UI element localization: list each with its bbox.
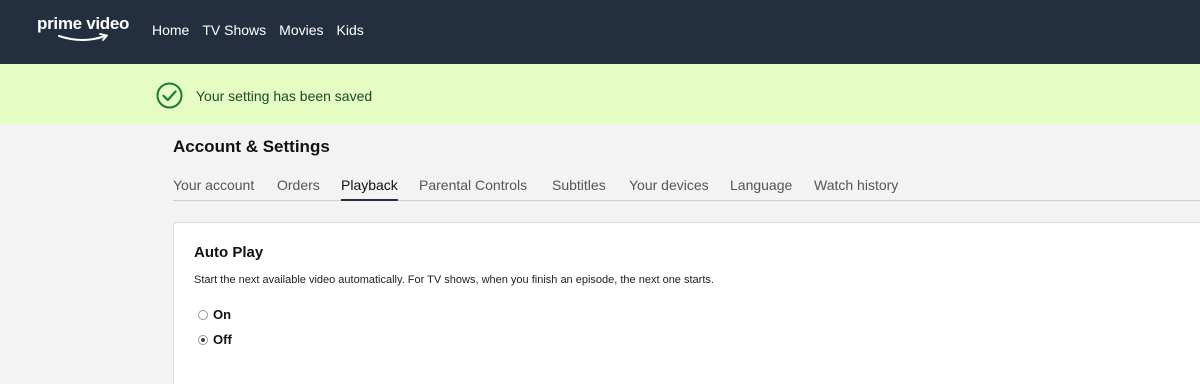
autoplay-option-on[interactable]: On (198, 307, 231, 322)
tab-subtitles[interactable]: Subtitles (552, 177, 606, 201)
success-banner: Your setting has been saved (0, 64, 1200, 124)
autoplay-title: Auto Play (194, 244, 264, 261)
tab-playback[interactable]: Playback (341, 177, 398, 201)
nav-tv-shows[interactable]: TV Shows (202, 22, 266, 38)
option-label-off: Off (213, 332, 232, 347)
top-navigation-bar: prime video Home TV Shows Movies Kids (0, 0, 1200, 64)
autoplay-option-off[interactable]: Off (198, 332, 232, 347)
nav-movies[interactable]: Movies (279, 22, 323, 38)
tab-your-devices[interactable]: Your devices (629, 177, 709, 201)
logo-wordmark: prime video (37, 14, 130, 33)
option-label-on: On (213, 307, 232, 322)
smile-arrow-icon (58, 33, 108, 41)
nav-home[interactable]: Home (152, 22, 189, 38)
nav-kids[interactable]: Kids (337, 22, 364, 38)
autoplay-card: Auto Play Start the next available video… (173, 222, 1200, 384)
radio-on[interactable] (198, 309, 208, 320)
prime-video-logo[interactable]: prime video (37, 14, 137, 48)
main-nav: Home TV Shows Movies Kids (152, 22, 377, 38)
page-title: Account & Settings (173, 137, 330, 156)
autoplay-description: Start the next available video automatic… (194, 274, 714, 286)
tab-your-account[interactable]: Your account (173, 177, 254, 201)
tab-watch-history[interactable]: Watch history (814, 177, 898, 201)
tab-language[interactable]: Language (730, 177, 792, 201)
tab-orders[interactable]: Orders (277, 177, 320, 201)
radio-off[interactable] (198, 334, 208, 345)
settings-tabs: Your account Orders Playback Parental Co… (173, 177, 1200, 201)
check-circle-icon (156, 82, 183, 109)
banner-message: Your setting has been saved (196, 88, 373, 104)
tab-parental-controls[interactable]: Parental Controls (419, 177, 527, 201)
